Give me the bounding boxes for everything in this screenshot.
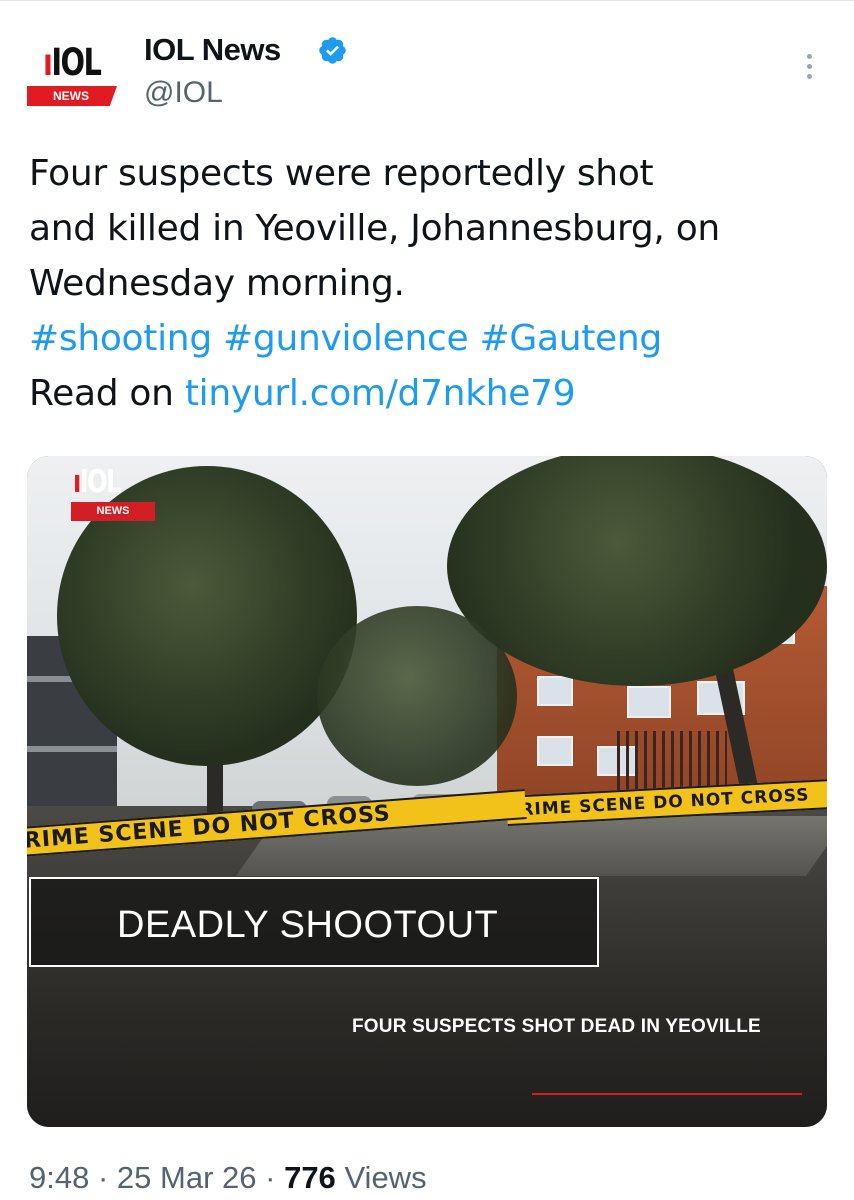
avatar[interactable]: ıIOL NEWS — [27, 42, 119, 106]
avatar-logo-accent: ı — [43, 41, 53, 84]
hashtag-gunviolence[interactable]: #gunviolence — [223, 318, 469, 359]
hashtag-gauteng[interactable]: #Gauteng — [479, 318, 662, 359]
avatar-logo-text: ıIOL — [43, 41, 102, 84]
media-logo-accent: ı — [73, 464, 81, 500]
photo-window — [537, 676, 573, 706]
tweet-date[interactable]: 25 Mar 26 — [117, 1160, 257, 1195]
avatar-banner-text: NEWS — [53, 89, 89, 103]
media-logo-text: ıIOL — [73, 464, 122, 500]
tweet-text-line: Wednesday morning. — [29, 263, 405, 304]
avatar-logo-word: IOL — [51, 41, 102, 84]
views-count: 776 — [284, 1160, 336, 1195]
headline-box: DEADLY SHOOTOUT — [29, 877, 599, 967]
article-link[interactable]: tinyurl.com/d7nkhe79 — [185, 373, 576, 414]
read-on-line: Read on tinyurl.com/d7nkhe79 — [29, 366, 829, 421]
photo-window — [537, 736, 573, 766]
media-logo-banner-text: NEWS — [96, 505, 130, 517]
media-logo: ıIOL NEWS — [49, 464, 155, 522]
author-handle[interactable]: @IOL — [144, 76, 223, 110]
hashtag-line: #shooting #gunviolence #Gauteng — [29, 311, 829, 366]
subheadline: FOUR SUSPECTS SHOT DEAD IN YEOVILLE — [352, 1016, 761, 1037]
top-border — [0, 0, 854, 7]
media-logo-word: IOL — [79, 464, 122, 500]
headline: DEADLY SHOOTOUT — [117, 904, 499, 946]
tweet-text-line: Four suspects were reportedly shot — [29, 153, 654, 194]
tweet-meta: 9:48 · 25 Mar 26 · 776 Views — [29, 1160, 427, 1196]
tweet-media-image[interactable]: CRIME SCENE DO NOT CROSS CRIME SCENE DO … — [27, 456, 827, 1127]
accent-line — [532, 1093, 802, 1095]
hashtag-shooting[interactable]: #shooting — [29, 318, 212, 359]
read-on-label: Read on — [29, 373, 174, 414]
tweet-text-line: and killed in Yeoville, Johannesburg, on — [29, 208, 720, 249]
media-logo-banner: NEWS — [71, 502, 155, 521]
views-label: Views — [344, 1160, 427, 1195]
meta-separator: · — [265, 1160, 276, 1195]
tweet-text: Four suspects were reportedly shot and k… — [29, 146, 829, 421]
tweet-time[interactable]: 9:48 — [29, 1160, 89, 1195]
photo-window — [627, 686, 671, 718]
meta-separator: · — [97, 1160, 109, 1195]
verified-badge-icon — [319, 37, 346, 64]
avatar-banner: NEWS — [27, 86, 117, 106]
photo-tree — [317, 606, 517, 786]
author-name[interactable]: IOL News — [144, 32, 281, 68]
more-vertical-icon[interactable] — [798, 50, 820, 86]
